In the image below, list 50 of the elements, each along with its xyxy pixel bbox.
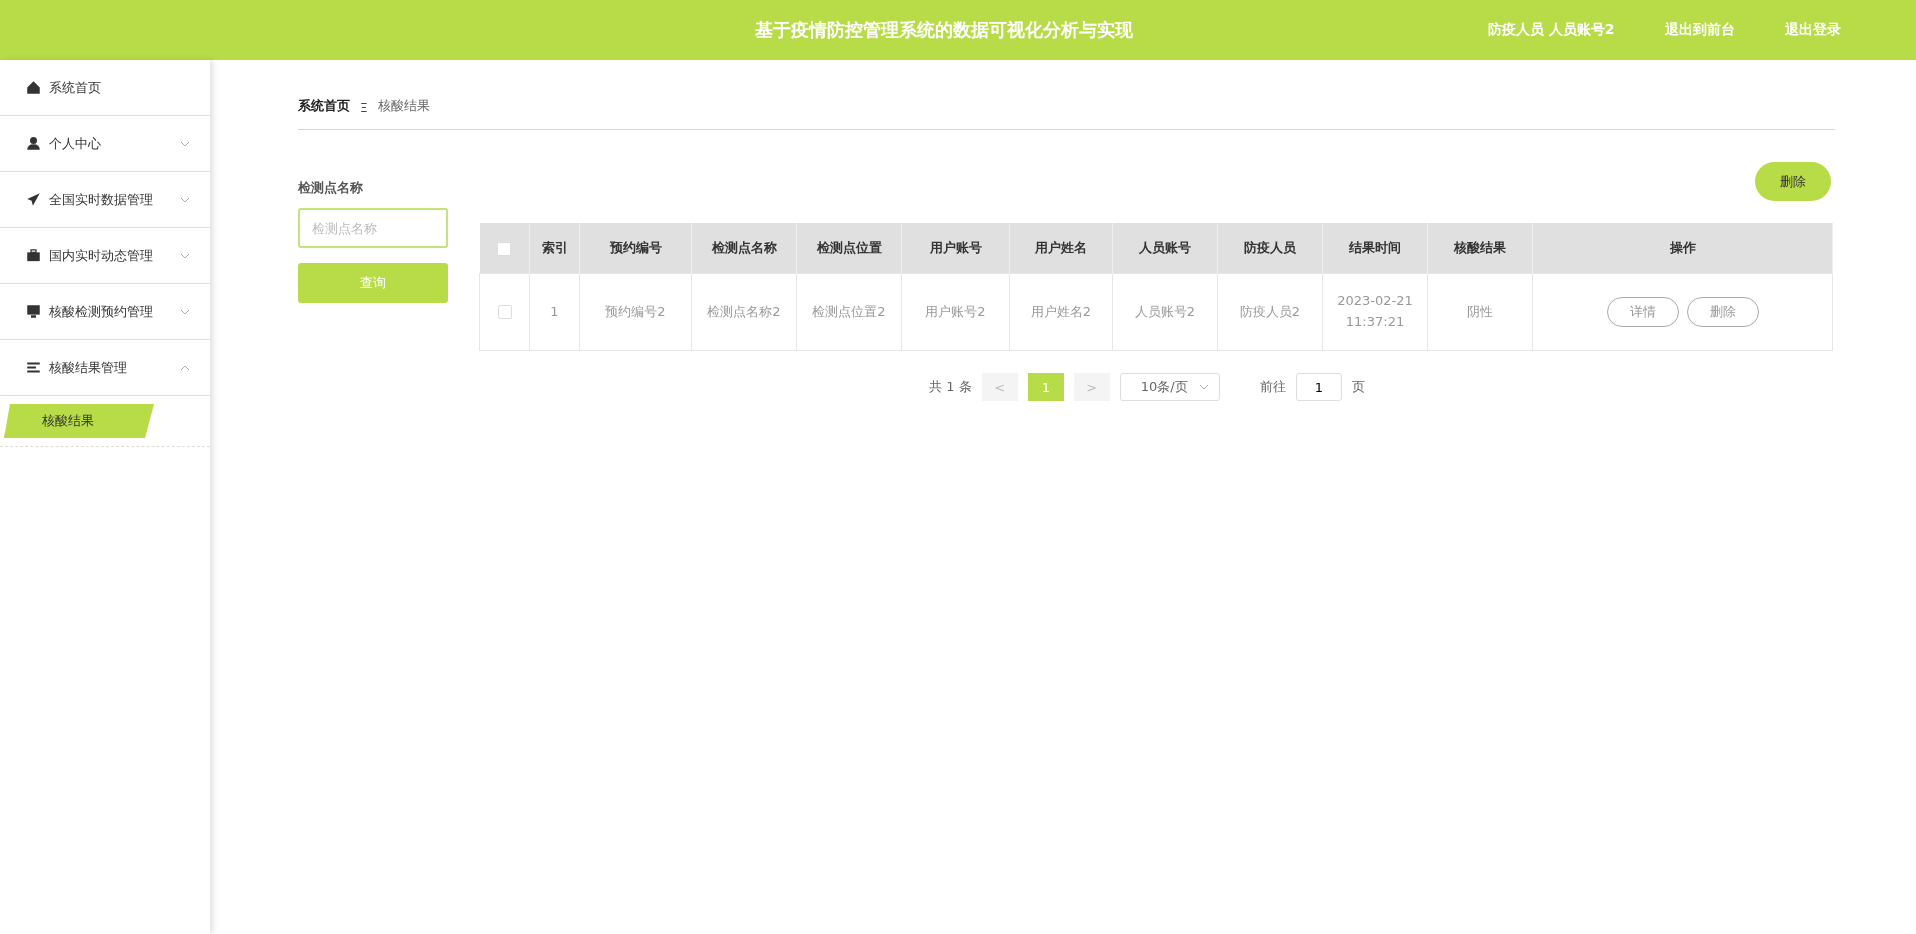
- column-header: 操作: [1532, 223, 1833, 274]
- table-cell: 用户姓名2: [1009, 273, 1113, 351]
- chevron-icon: [1198, 384, 1209, 390]
- column-header: 检测点位置: [796, 223, 902, 274]
- menu-item[interactable]: 核酸结果管理: [0, 340, 210, 396]
- menu-item[interactable]: 国内实时动态管理: [0, 228, 210, 284]
- table-cell: 检测点位置2: [796, 273, 902, 351]
- column-header: 用户账号: [901, 223, 1010, 274]
- breadcrumb-separator: Ξ: [360, 101, 368, 115]
- menu-item[interactable]: 系统首页: [0, 60, 210, 116]
- column-header: 预约编号: [579, 223, 692, 274]
- paper-plane-icon: [26, 192, 41, 207]
- table-cell: 1: [529, 273, 580, 351]
- column-header: 人员账号: [1112, 223, 1218, 274]
- table-cell: 2023-02-21 11:37:21: [1322, 273, 1428, 351]
- submenu-item[interactable]: 核酸结果: [4, 404, 154, 438]
- table-cell: 用户账号2: [901, 273, 1010, 351]
- column-header: 防疫人员: [1217, 223, 1323, 274]
- search-label: 检测点名称: [298, 179, 364, 197]
- menu-item[interactable]: 核酸检测预约管理: [0, 284, 210, 340]
- page-size-select[interactable]: 10条/页: [1119, 373, 1220, 401]
- briefcase-icon: [26, 248, 41, 263]
- row-checkbox[interactable]: [497, 305, 512, 320]
- table-cell: 人员账号2: [1112, 273, 1218, 351]
- page-unit-label: 页: [1351, 378, 1365, 396]
- column-header: 检测点名称: [691, 223, 797, 274]
- user-icon: [26, 136, 41, 151]
- goto-label: 前往: [1259, 378, 1286, 396]
- menu-item[interactable]: 全国实时数据管理: [0, 172, 210, 228]
- total-count: 共 1 条: [929, 378, 972, 396]
- page-number-field[interactable]: 1: [1295, 373, 1342, 401]
- monitor-icon: [26, 304, 41, 319]
- home-icon: [26, 80, 41, 95]
- column-header: 索引: [529, 223, 580, 274]
- table-cell: 预约编号2: [579, 273, 692, 351]
- column-header: 用户姓名: [1009, 223, 1113, 274]
- menu-item[interactable]: 个人中心: [0, 116, 210, 172]
- breadcrumb-item: 核酸结果: [377, 97, 430, 115]
- column-header: 核酸结果: [1427, 223, 1533, 274]
- list-icon: [26, 360, 41, 375]
- delete-button[interactable]: 删除: [1755, 162, 1831, 201]
- column-header: 结果时间: [1322, 223, 1428, 274]
- app-title: 基于疫情防控管理系统的数据可视化分析与实现: [755, 18, 1134, 42]
- user-label: 防疫人员 人员账号2: [1488, 21, 1615, 39]
- select-all-checkbox[interactable]: [497, 241, 512, 256]
- search-field[interactable]: 检测点名称: [298, 208, 448, 248]
- table-cell: 阴性: [1427, 273, 1533, 351]
- breadcrumb-item[interactable]: 系统首页: [298, 97, 350, 115]
- table-cell: 检测点名称2: [691, 273, 797, 351]
- table-cell: 防疫人员2: [1217, 273, 1323, 351]
